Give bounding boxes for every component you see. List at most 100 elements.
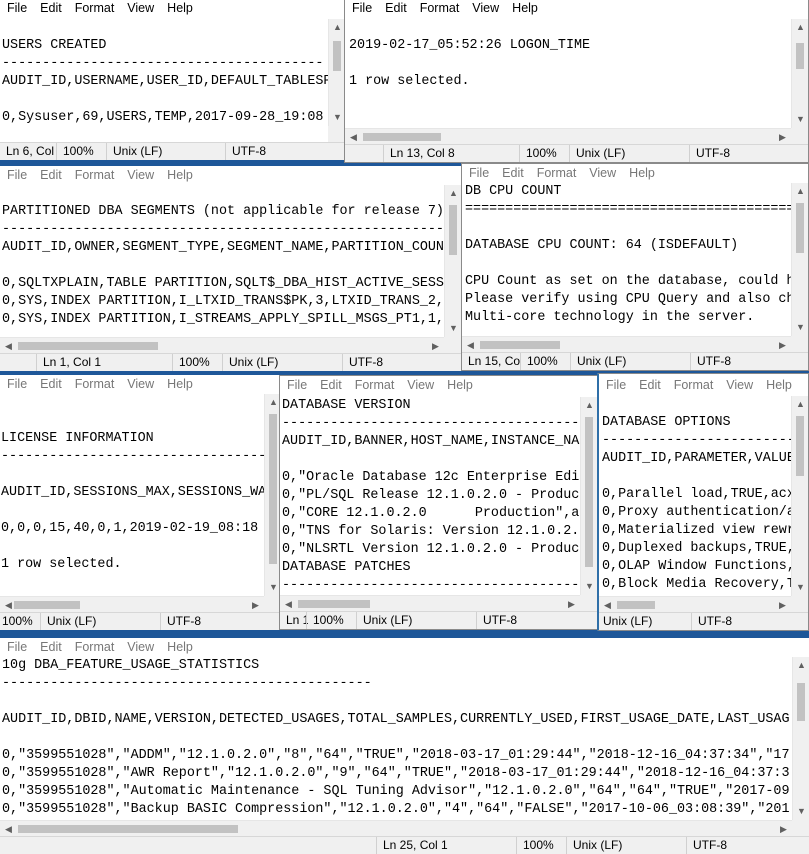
vertical-scrollbar[interactable]: ▲ ▼ [580,397,597,595]
horizontal-scrollbar[interactable]: ◀ ▶ [462,336,791,353]
text-editor-area[interactable]: LICENSE INFORMATION --------------------… [0,394,264,596]
scroll-up-arrow-icon[interactable]: ▲ [792,396,808,413]
scroll-down-arrow-icon[interactable]: ▼ [581,578,597,595]
scroll-down-arrow-icon[interactable]: ▼ [792,579,808,596]
menu-format[interactable]: Format [68,638,121,657]
menu-format[interactable]: Format [68,166,121,185]
vertical-scrollbar[interactable]: ▲ ▼ [791,183,808,336]
scroll-up-arrow-icon[interactable]: ▲ [445,185,461,202]
menu-format[interactable]: Format [68,375,121,394]
text-line: ---------------------------------------- [1,449,264,464]
menu-format[interactable]: Format [530,164,583,183]
scrollbar-thumb[interactable] [796,203,804,253]
scroll-up-arrow-icon[interactable]: ▲ [792,183,808,200]
menu-file[interactable]: File [345,0,378,18]
notepad-window-users-created[interactable]: File Edit Format View Help USERS CREATED… [0,0,345,160]
horizontal-scrollbar[interactable]: ◀ ▶ [280,595,580,612]
text-editor-area[interactable]: DATABASE VERSION -----------------------… [280,397,580,595]
menu-help[interactable]: Help [160,375,199,394]
scroll-down-arrow-icon[interactable]: ▼ [793,803,809,820]
scroll-down-arrow-icon[interactable]: ▼ [445,320,461,337]
scrollbar-thumb[interactable] [480,341,560,349]
horizontal-scrollbar[interactable]: ◀ ▶ [0,337,444,354]
scroll-up-arrow-icon[interactable]: ▲ [329,19,345,36]
notepad-window-license[interactable]: File Edit Format View Help LICENSE INFOR… [0,375,281,630]
menu-edit[interactable]: Edit [632,376,667,395]
menu-view[interactable]: View [120,166,160,185]
vertical-scrollbar[interactable]: ▲ ▼ [444,185,461,337]
scrollbar-thumb[interactable] [269,414,277,564]
horizontal-scrollbar[interactable]: ◀ ▶ [0,596,264,613]
menu-edit[interactable]: Edit [33,638,68,657]
menu-help[interactable]: Help [622,164,661,183]
menu-format[interactable]: Format [413,0,466,18]
menu-edit[interactable]: Edit [495,164,530,183]
notepad-window-logon-time[interactable]: File Edit Format View Help 2019-02-17_05… [344,0,809,163]
menu-view[interactable]: View [400,376,440,395]
menu-help[interactable]: Help [440,376,479,395]
menu-format[interactable]: Format [68,0,121,18]
menu-help[interactable]: Help [505,0,544,18]
menu-edit[interactable]: Edit [33,375,68,394]
menu-file[interactable]: File [599,376,632,395]
menu-help[interactable]: Help [160,638,199,657]
scroll-up-arrow-icon[interactable]: ▲ [581,397,597,414]
scrollbar-thumb[interactable] [18,825,238,833]
horizontal-scrollbar[interactable]: ◀ ▶ [345,128,791,145]
menu-view[interactable]: View [582,164,622,183]
menu-edit[interactable]: Edit [313,376,348,395]
menu-help[interactable]: Help [759,376,798,395]
scrollbar-thumb[interactable] [298,600,370,608]
scrollbar-thumb[interactable] [363,133,441,141]
scroll-down-arrow-icon[interactable]: ▼ [792,111,808,128]
menu-view[interactable]: View [719,376,759,395]
scrollbar-thumb[interactable] [617,601,655,609]
notepad-window-cpu-count[interactable]: File Edit Format View Help DB CPU COUNT … [461,163,809,371]
scrollbar-thumb[interactable] [796,43,804,69]
vertical-scrollbar[interactable]: ▲ ▼ [792,657,809,820]
menu-view[interactable]: View [120,375,160,394]
scrollbar-thumb[interactable] [796,416,804,476]
text-editor-area[interactable]: 2019-02-17_05:52:26 LOGON_TIME 1 row sel… [345,19,791,128]
text-editor-area[interactable]: DB CPU COUNT ===========================… [462,183,791,336]
notepad-window-database-version[interactable]: File Edit Format View Help DATABASE VERS… [279,375,598,630]
menu-file[interactable]: File [0,375,33,394]
menu-help[interactable]: Help [160,0,199,18]
menu-view[interactable]: View [120,638,160,657]
notepad-window-feature-usage[interactable]: File Edit Format View Help 10g DBA_FEATU… [0,638,809,854]
scroll-down-arrow-icon[interactable]: ▼ [329,109,345,126]
text-editor-area[interactable]: PARTITIONED DBA SEGMENTS (not applicable… [0,185,444,337]
scroll-up-arrow-icon[interactable]: ▲ [792,19,808,36]
menu-file[interactable]: File [280,376,313,395]
scrollbar-thumb[interactable] [14,601,80,609]
vertical-scrollbar[interactable]: ▲ ▼ [791,396,808,596]
scrollbar-thumb[interactable] [18,342,158,350]
scroll-down-arrow-icon[interactable]: ▼ [792,319,808,336]
scroll-up-arrow-icon[interactable]: ▲ [793,657,809,674]
horizontal-scrollbar[interactable]: ◀ ▶ [0,820,792,837]
menu-format[interactable]: Format [667,376,720,395]
menu-view[interactable]: View [120,0,160,18]
menu-file[interactable]: File [0,638,33,657]
menu-file[interactable]: File [0,166,33,185]
vertical-scrollbar[interactable]: ▲ ▼ [328,19,345,126]
text-editor-area[interactable]: USERS CREATED --------------------------… [0,19,328,126]
text-editor-area[interactable]: 10g DBA_FEATURE_USAGE_STATISTICS -------… [0,657,792,820]
menu-help[interactable]: Help [160,166,199,185]
menu-view[interactable]: View [465,0,505,18]
menu-edit[interactable]: Edit [33,166,68,185]
scrollbar-thumb[interactable] [449,205,457,255]
menu-file[interactable]: File [462,164,495,183]
vertical-scrollbar[interactable]: ▲ ▼ [791,19,808,128]
notepad-window-database-options[interactable]: File Edit Format View Help DATABASE OPTI… [597,373,809,631]
menu-edit[interactable]: Edit [33,0,68,18]
scrollbar-thumb[interactable] [333,41,341,71]
text-editor-area[interactable]: DATABASE OPTIONS -----------------------… [599,396,791,596]
notepad-window-partitioned-segments[interactable]: File Edit Format View Help PARTITIONED D… [0,166,461,371]
scrollbar-thumb[interactable] [797,683,805,721]
menu-edit[interactable]: Edit [378,0,413,18]
horizontal-scrollbar[interactable]: ◀ ▶ [599,596,791,613]
menu-format[interactable]: Format [348,376,401,395]
scrollbar-thumb[interactable] [585,417,593,567]
menu-file[interactable]: File [0,0,33,18]
